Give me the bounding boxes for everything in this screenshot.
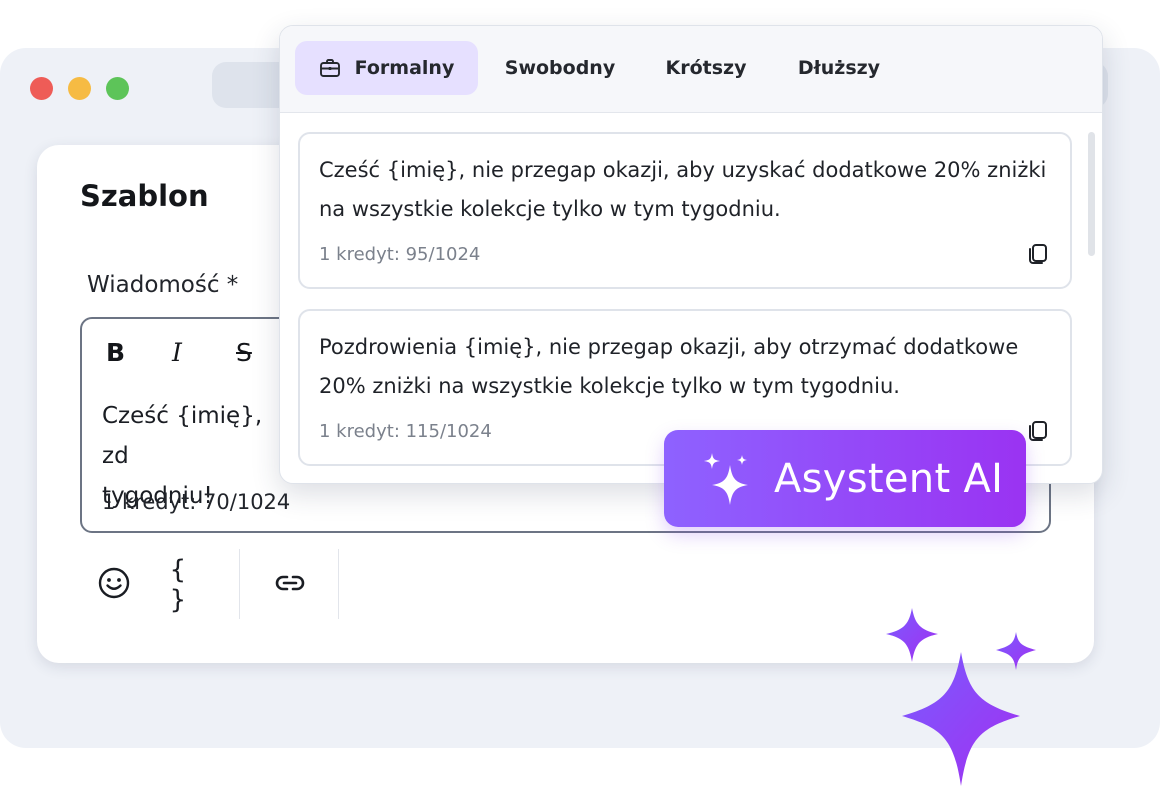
page-title: Szablon xyxy=(80,179,209,213)
window-close-button[interactable] xyxy=(30,77,53,100)
suggestion-text: Pozdrowienia {imię}, nie przegap okazji,… xyxy=(319,335,1019,398)
tone-tabs: Formalny Swobodny Krótszy Dłuższy xyxy=(280,26,1102,113)
tab-swobodny[interactable]: Swobodny xyxy=(494,41,626,95)
suggestion-credit-count: 1 kredyt: 95/1024 xyxy=(319,244,481,265)
suggestion-text: Cześć {imię}, nie przegap okazji, aby uz… xyxy=(319,158,1047,221)
briefcase-icon xyxy=(319,57,341,79)
tab-krotszy[interactable]: Krótszy xyxy=(655,41,757,95)
insert-link-button[interactable] xyxy=(268,562,312,608)
toolbar-divider xyxy=(239,549,240,619)
emoji-button[interactable] xyxy=(94,562,134,608)
bold-button[interactable]: B xyxy=(106,338,125,367)
ai-suggestions-popup: Formalny Swobodny Krótszy Dłuższy Cześć … xyxy=(279,25,1103,484)
suggestion-credit-count: 1 kredyt: 115/1024 xyxy=(319,421,492,442)
message-label: Wiadomość * xyxy=(87,272,239,298)
tab-formalny[interactable]: Formalny xyxy=(295,41,478,95)
tab-label: Dłuższy xyxy=(797,57,881,79)
insert-variable-button[interactable]: { } xyxy=(170,555,214,615)
copy-icon[interactable] xyxy=(1026,418,1050,448)
link-icon xyxy=(273,566,307,604)
tab-dluzszy[interactable]: Dłuższy xyxy=(786,41,892,95)
sparkle-decoration-icon xyxy=(886,608,1036,786)
smiley-icon xyxy=(97,566,131,604)
tab-label: Swobodny xyxy=(504,57,616,79)
ai-assistant-label: Asystent AI xyxy=(774,455,1004,502)
tab-label: Formalny xyxy=(354,57,455,79)
suggestion-card[interactable]: Cześć {imię}, nie przegap okazji, aby uz… xyxy=(298,132,1072,289)
tab-label: Krótszy xyxy=(665,57,747,79)
popup-scrollbar[interactable] xyxy=(1088,132,1095,256)
window-minimize-button[interactable] xyxy=(68,77,91,100)
toolbar-divider xyxy=(338,549,339,619)
ai-assistant-button[interactable]: Asystent AI xyxy=(664,430,1026,527)
italic-button[interactable]: I xyxy=(172,338,182,367)
copy-icon[interactable] xyxy=(1026,241,1050,271)
strikethrough-button[interactable]: S xyxy=(236,338,252,367)
sparkles-icon xyxy=(702,451,752,507)
editor-credit-count: 1 kredyt: 70/1024 xyxy=(102,490,291,514)
window-maximize-button[interactable] xyxy=(106,77,129,100)
